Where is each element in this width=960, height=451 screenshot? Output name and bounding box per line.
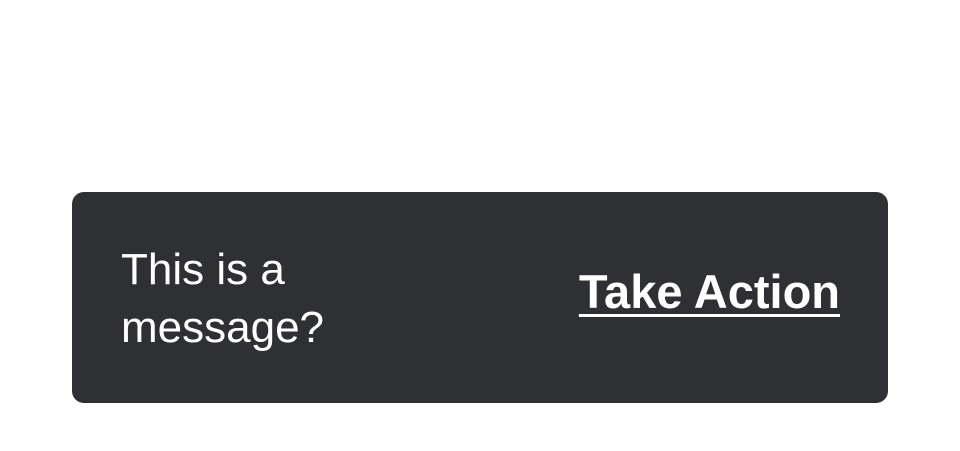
snackbar-message: This is a message? — [121, 244, 325, 352]
take-action-button[interactable]: Take Action — [579, 264, 840, 319]
snackbar: This is a message? Take Action — [72, 192, 888, 403]
